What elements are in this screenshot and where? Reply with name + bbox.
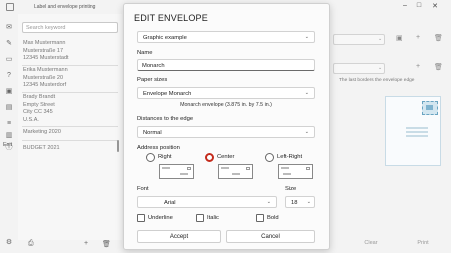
list-item[interactable]: Erika Mustermann Musterstraße 20 12345 M… bbox=[23, 67, 68, 90]
scrollbar[interactable] bbox=[117, 140, 119, 152]
list-item-line: Max Mustermann bbox=[23, 40, 66, 46]
warning-text: The last borders the envelope edge bbox=[339, 78, 415, 83]
chevron-down-icon: ⌄ bbox=[304, 34, 309, 40]
delete-icon[interactable]: 🗑 bbox=[434, 34, 443, 42]
italic-label: Italic bbox=[207, 215, 219, 221]
list-item-line: U.S.A. bbox=[23, 116, 39, 123]
name-field[interactable]: Monarch bbox=[137, 59, 315, 71]
name-label: Name bbox=[137, 50, 153, 56]
list-item-line: BUDGET 2021 bbox=[23, 145, 60, 151]
left-rail: ✉ ✎ ▭ ? ▣ ▤ ≡ ▥ ⓘ Exit ⚙ bbox=[0, 14, 18, 253]
preset-value: Graphic example bbox=[143, 34, 187, 41]
list-item-line: Musterstraße 17 bbox=[23, 47, 64, 54]
address-position-label: Address position bbox=[137, 145, 180, 151]
delete-icon[interactable]: 🗑 bbox=[102, 240, 111, 248]
address-panel: Search keyword Max Mustermann Musterstra… bbox=[18, 14, 122, 240]
barcode-icon[interactable]: ▥ bbox=[5, 132, 13, 140]
size-label: Size bbox=[285, 186, 297, 192]
paper-size-value: Envelope Monarch bbox=[143, 90, 192, 97]
list-item[interactable]: Max Mustermann Musterstraße 17 12345 Mus… bbox=[23, 40, 69, 63]
edit-envelope-dialog: EDIT ENVELOPE Graphic example ⌄ Name Mon… bbox=[123, 3, 330, 250]
size-value: 18 bbox=[291, 199, 298, 206]
font-label: Font bbox=[137, 186, 149, 192]
underline-label: Underline bbox=[148, 215, 173, 221]
envelope-preview bbox=[385, 96, 441, 166]
list-item[interactable]: Marketing 2020 bbox=[23, 129, 61, 137]
list-item[interactable]: BUDGET 2021 bbox=[23, 145, 60, 153]
minimize-icon[interactable]: – bbox=[400, 2, 410, 9]
envelope-thumb-right bbox=[159, 164, 194, 179]
list-item-line: Brady Brandt bbox=[23, 94, 56, 100]
bold-label: Bold bbox=[267, 215, 279, 221]
distance-select[interactable]: Normal ⌄ bbox=[137, 126, 315, 138]
list-item-line: Marketing 2020 bbox=[23, 129, 61, 135]
delete-icon[interactable]: 🗑 bbox=[434, 63, 443, 71]
help-icon[interactable]: ? bbox=[5, 72, 13, 80]
edit-icon[interactable]: ✎ bbox=[5, 40, 13, 48]
image-icon[interactable]: ▣ bbox=[5, 88, 13, 96]
list-item[interactable]: Brady Brandt Empty Street City CC 345 U.… bbox=[23, 94, 55, 124]
font-select[interactable]: Arial ⌄ bbox=[137, 196, 277, 208]
chevron-down-icon: ⌄ bbox=[304, 90, 309, 96]
add-icon[interactable]: + bbox=[416, 63, 420, 70]
bold-checkbox[interactable] bbox=[256, 214, 264, 222]
radio-right[interactable] bbox=[146, 153, 155, 162]
dialog-title: EDIT ENVELOPE bbox=[134, 13, 208, 23]
font-value: Arial bbox=[164, 199, 176, 206]
import-icon[interactable]: ⎙ bbox=[28, 240, 34, 248]
address-preview bbox=[406, 127, 428, 139]
chevron-down-icon: ⌄ bbox=[306, 199, 311, 205]
list-icon[interactable]: ≡ bbox=[5, 120, 13, 128]
label-icon[interactable]: ▭ bbox=[5, 56, 13, 64]
add-icon[interactable]: + bbox=[416, 34, 420, 41]
stamp-icon bbox=[422, 101, 438, 115]
radio-center[interactable] bbox=[205, 153, 214, 162]
list-item-line: Erika Mustermann bbox=[23, 67, 68, 73]
accept-button[interactable]: Accept bbox=[137, 230, 221, 243]
divider bbox=[22, 92, 118, 93]
print-button[interactable]: Print bbox=[400, 237, 446, 249]
chevron-down-icon: ⌄ bbox=[266, 199, 271, 205]
paper-sizes-label: Paper sizes bbox=[137, 77, 168, 83]
cancel-button[interactable]: Cancel bbox=[226, 230, 315, 243]
document-icon[interactable]: ▤ bbox=[5, 104, 13, 112]
radio-left-right[interactable] bbox=[265, 153, 274, 162]
envelope-thumb-left-right bbox=[278, 164, 313, 179]
add-icon[interactable]: + bbox=[84, 240, 88, 247]
preset-select[interactable]: Graphic example ⌄ bbox=[137, 31, 315, 43]
divider bbox=[22, 65, 118, 66]
list-item-line: Empty Street bbox=[23, 101, 55, 108]
envelope-thumb-center bbox=[218, 164, 253, 179]
size-select[interactable]: 18 ⌄ bbox=[285, 196, 315, 208]
close-icon[interactable]: ✕ bbox=[430, 2, 440, 10]
radio-left-right-label: Left-Right bbox=[277, 154, 303, 160]
chevron-down-icon: ⌄ bbox=[378, 36, 383, 42]
copy-icon[interactable]: ▣ bbox=[396, 34, 403, 42]
size-note: Monarch envelope (3.875 in. by 7.5 in.) bbox=[180, 102, 272, 108]
radio-right-label: Right bbox=[158, 154, 172, 160]
chevron-down-icon: ⌄ bbox=[304, 129, 309, 135]
italic-checkbox[interactable] bbox=[196, 214, 204, 222]
address-toolbar: ⎙ + 🗑 bbox=[0, 238, 122, 253]
mail-icon[interactable]: ✉ bbox=[5, 24, 13, 32]
exit-link[interactable]: Exit bbox=[3, 142, 12, 148]
list-item-line: City CC 345 bbox=[23, 109, 53, 115]
window-title: Label and envelope printing bbox=[34, 4, 96, 10]
maximize-icon[interactable]: □ bbox=[414, 2, 424, 9]
list-item-line: Musterstraße 20 bbox=[23, 74, 64, 81]
chevron-down-icon: ⌄ bbox=[378, 65, 383, 71]
clear-button[interactable]: Clear bbox=[344, 237, 398, 249]
search-input[interactable]: Search keyword bbox=[22, 22, 118, 33]
paper-size-select[interactable]: Envelope Monarch ⌄ bbox=[137, 87, 315, 99]
list-item-line: 12345 Musterdorf bbox=[23, 82, 67, 88]
app-logo-icon bbox=[6, 3, 14, 11]
divider bbox=[22, 126, 118, 127]
radio-center-label: Center bbox=[217, 154, 235, 160]
list-item-line: 12345 Musterstadt bbox=[23, 55, 69, 61]
underline-checkbox[interactable] bbox=[137, 214, 145, 222]
distance-value: Normal bbox=[143, 129, 162, 136]
editor-area: ⌄ ▣ + 🗑 ⌄ + 🗑 The last borders the envel… bbox=[330, 14, 451, 253]
distances-label: Distances to the edge bbox=[137, 116, 194, 122]
divider bbox=[22, 140, 118, 141]
